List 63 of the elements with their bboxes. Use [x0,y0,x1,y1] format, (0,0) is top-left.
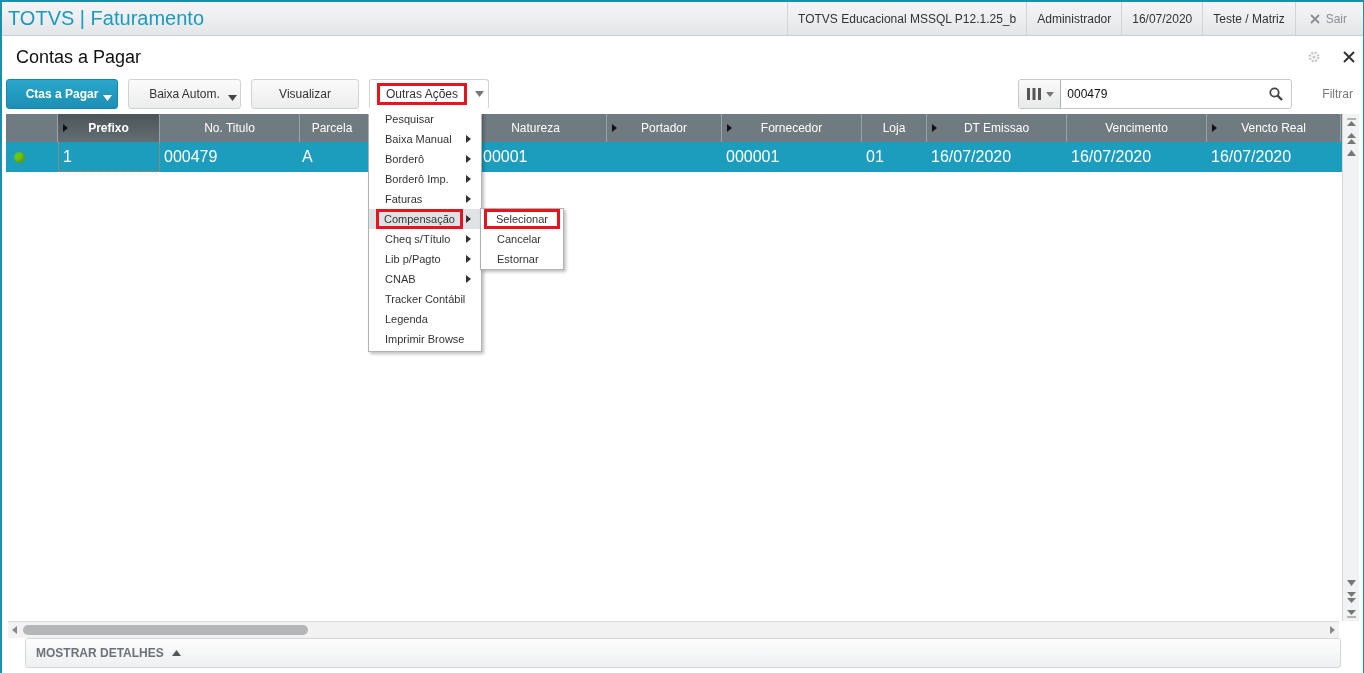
close-icon [1309,13,1320,24]
page-title: Contas a Pagar [16,46,142,68]
sort-marker-icon [612,124,617,132]
header-info: Administrador [1026,2,1122,35]
filter-link[interactable]: Filtrar [1292,87,1363,101]
table-cell: 000001 [726,148,780,166]
columns-icon [1027,88,1042,100]
menu-item[interactable]: Faturas [369,189,481,209]
table-cell: 01 [866,148,884,166]
vertical-scrollbar[interactable] [1342,114,1359,621]
header-info: TOTVS Educacional MSSQL P12.1.25_b [787,2,1027,35]
column-header[interactable]: Prefixo [58,114,160,142]
close-icon[interactable] [1343,51,1355,63]
caret-icon [1046,91,1055,97]
page-up-icon[interactable] [1346,133,1356,144]
details-toggle[interactable]: MOSTRAR DETALHES [36,646,164,660]
header-info: Teste / Matriz [1202,2,1295,35]
toolbar-button[interactable]: Baixa Autom. [128,79,241,109]
scroll-down-icon[interactable] [1346,580,1356,586]
caret-icon [103,95,112,101]
search-icon[interactable] [1269,87,1284,101]
menu-item[interactable]: Estornar [481,249,563,269]
scroll-left-icon[interactable] [12,626,17,634]
menu-item[interactable]: Borderô Imp. [369,169,481,189]
menu-item[interactable]: Cancelar [481,229,563,249]
search-field[interactable]: 000479 [1018,79,1293,109]
sort-marker-icon [63,124,68,132]
menu-item[interactable]: Cheq s/Título [369,229,481,249]
caret-icon [475,91,484,97]
scroll-top-icon[interactable] [1346,118,1356,127]
menu-item[interactable]: CNAB [369,269,481,289]
scroll-bottom-icon[interactable] [1346,609,1356,618]
menu-item[interactable]: Compensação [369,209,481,229]
menu-item[interactable]: Tracker Contábil [369,289,481,309]
menu-item[interactable]: Selecionar [481,209,563,229]
page-down-icon[interactable] [1346,592,1356,603]
sort-marker-icon [932,124,937,132]
menu-item[interactable]: Imprimir Browse [369,329,481,349]
details-bar[interactable]: MOSTRAR DETALHES [25,638,1341,668]
table-cell: 16/07/2020 [1211,148,1292,166]
sort-marker-icon [1212,124,1217,132]
table-cell: 000479 [164,148,218,166]
menu-item[interactable]: Lib p/Pagto [369,249,481,269]
scroll-up-icon[interactable] [1346,150,1356,156]
app-title: TOTVS | Faturamento [7,7,204,30]
table-cell: 16/07/2020 [931,148,1012,166]
table-cell: 16/07/2020 [1071,148,1152,166]
scroll-right-icon[interactable] [1330,626,1335,634]
search-input[interactable]: 000479 [1061,86,1270,102]
table-cell: 1 [63,147,72,166]
sort-marker-icon [727,124,732,132]
toolbar-button[interactable]: Visualizar [251,79,359,109]
table-cell: 00001 [483,148,528,166]
menu-item[interactable]: Borderô [369,149,481,169]
menu-item[interactable]: Legenda [369,309,481,329]
horizontal-scrollbar[interactable] [8,621,1339,638]
table-cell: A [302,148,313,166]
scroll-thumb[interactable] [23,625,308,635]
toolbar-button[interactable]: Outras Ações [369,79,489,109]
expand-icon [171,650,181,656]
header-info: 16/07/2020 [1121,2,1203,35]
column-picker[interactable] [1019,80,1062,108]
caret-icon [228,95,237,101]
